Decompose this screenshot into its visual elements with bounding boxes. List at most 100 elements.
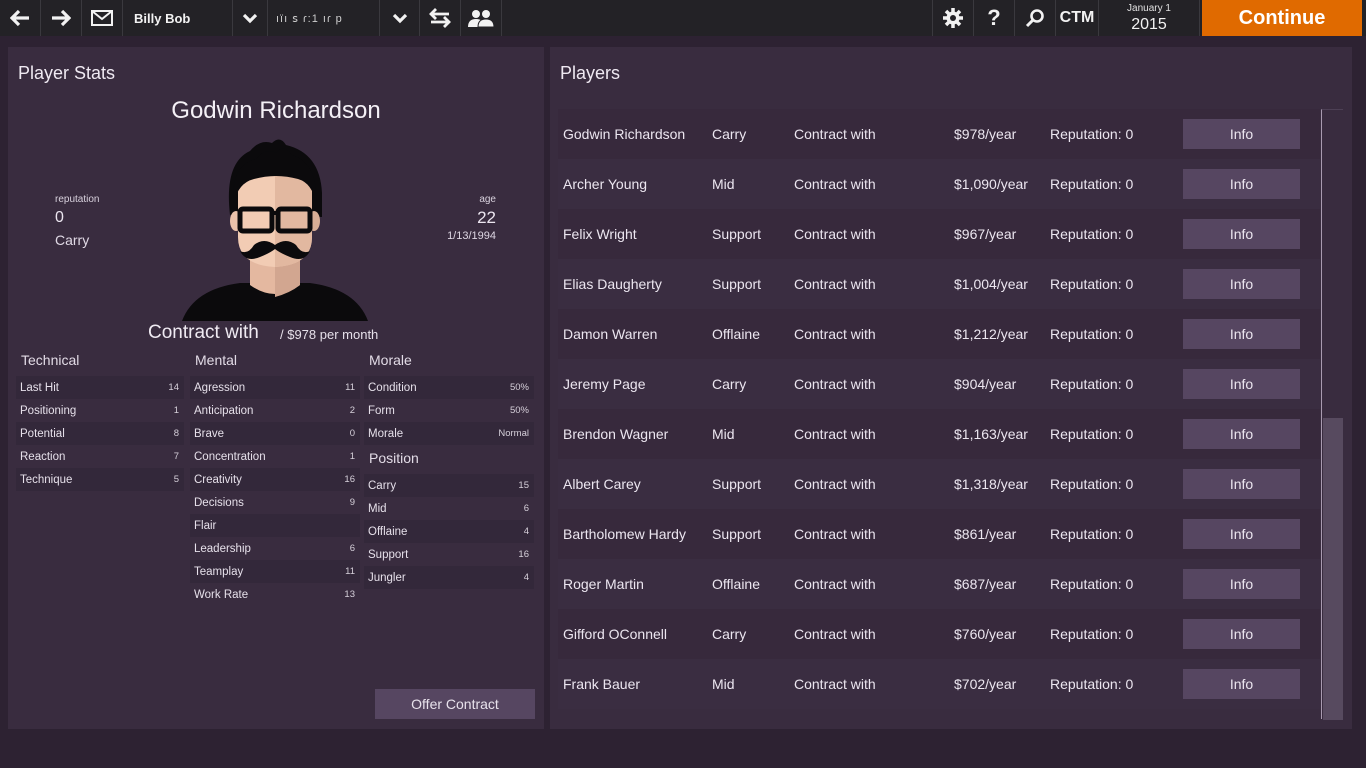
info-button[interactable]: Info bbox=[1183, 119, 1300, 149]
player-position-cell: Offlaine bbox=[712, 326, 760, 342]
player-row[interactable]: Jeremy Page Carry Contract with $904/year Re… bbox=[558, 359, 1320, 409]
player-row[interactable]: Archer Young Mid Contract with $1,090/year R… bbox=[558, 159, 1320, 209]
mail-button[interactable] bbox=[82, 0, 123, 36]
team-button[interactable] bbox=[461, 0, 502, 36]
age-value: 22 bbox=[477, 208, 496, 227]
info-button[interactable]: Info bbox=[1183, 619, 1300, 649]
player-row[interactable]: Godwin Richardson Carry Contract with $978/… bbox=[558, 109, 1320, 159]
player-name-cell: Archer Young bbox=[563, 176, 648, 192]
technical-heading: Technical bbox=[21, 352, 80, 368]
player-name-cell: Felix Wright bbox=[563, 226, 637, 242]
stat-value: 50% bbox=[509, 382, 529, 393]
stat-label: Potential bbox=[20, 427, 65, 440]
stat-row: Form 50% bbox=[364, 399, 534, 422]
player-row[interactable]: Elias Daugherty Support Contract with $1,00… bbox=[558, 259, 1320, 309]
stat-label: Work Rate bbox=[194, 588, 249, 601]
forward-button[interactable] bbox=[41, 0, 82, 36]
manager-dropdown-button[interactable] bbox=[233, 0, 268, 36]
stat-label: Form bbox=[368, 404, 395, 417]
info-button[interactable]: Info bbox=[1183, 219, 1300, 249]
player-contract-cell: Contract with bbox=[794, 276, 876, 292]
settings-button[interactable] bbox=[933, 0, 974, 36]
info-button[interactable]: Info bbox=[1183, 369, 1300, 399]
player-name-cell: Godwin Richardson bbox=[563, 126, 686, 142]
player-salary-cell: $1,004/year bbox=[954, 276, 1028, 292]
stat-row: Mid 6 bbox=[364, 497, 534, 520]
stat-row: Positioning 1 bbox=[16, 399, 184, 422]
search-button[interactable] bbox=[1015, 0, 1056, 36]
player-row[interactable]: Gifford OConnell Carry Contract with $760/y… bbox=[558, 609, 1320, 659]
player-row[interactable]: Roger Martin Offlaine Contract with $687/ye… bbox=[558, 559, 1320, 609]
player-salary-cell: $967/year bbox=[954, 226, 1017, 242]
player-position: Carry bbox=[55, 232, 90, 248]
gear-icon bbox=[943, 8, 963, 28]
scrollbar-thumb[interactable] bbox=[1323, 418, 1343, 720]
player-row[interactable]: Damon Warren Offlaine Contract with $1,212/… bbox=[558, 309, 1320, 359]
stat-label: Carry bbox=[368, 479, 397, 492]
stat-label: Creativity bbox=[194, 473, 242, 486]
player-name-cell: Elias Daugherty bbox=[563, 276, 662, 292]
player-reputation-cell: Reputation: 0 bbox=[1050, 426, 1134, 442]
player-salary-cell: $1,212/year bbox=[954, 326, 1028, 342]
info-button[interactable]: Info bbox=[1183, 669, 1300, 699]
player-contract-cell: Contract with bbox=[794, 426, 876, 442]
player-row[interactable]: Frank Bauer Mid Contract with $702/year Repu… bbox=[558, 659, 1320, 709]
stat-value: 5 bbox=[173, 474, 179, 485]
stat-value: 6 bbox=[523, 503, 529, 514]
offer-contract-button[interactable]: Offer Contract bbox=[375, 689, 535, 719]
topbar-tail bbox=[1362, 0, 1366, 36]
stat-label: Teamplay bbox=[194, 565, 244, 578]
player-row[interactable]: Bartholomew Hardy Support Contract with $86… bbox=[558, 509, 1320, 559]
stat-label: Condition bbox=[368, 381, 417, 394]
info-button[interactable]: Info bbox=[1183, 519, 1300, 549]
players-list: Godwin Richardson Carry Contract with $978/… bbox=[558, 109, 1320, 719]
player-stats-title: Player Stats bbox=[18, 63, 116, 83]
player-contract-cell: Contract with bbox=[794, 626, 876, 642]
stat-value: 1 bbox=[349, 451, 355, 462]
player-contract-cell: Contract with bbox=[794, 676, 876, 692]
stat-value: 15 bbox=[518, 480, 529, 491]
top-bar: Billy Bob ıïı ꜱ ɾ:1 ıɾ p ? CTM January 1… bbox=[0, 0, 1366, 36]
player-reputation-cell: Reputation: 0 bbox=[1050, 126, 1134, 142]
stat-row: Flair bbox=[190, 514, 360, 537]
manager-name-select[interactable]: Billy Bob bbox=[123, 0, 233, 36]
date-of-birth: 1/13/1994 bbox=[447, 230, 496, 242]
morale-stats: Morale Condition 50% Form 50% Morale Normal bbox=[364, 352, 534, 445]
player-row[interactable]: Albert Carey Support Contract with $1,318/y… bbox=[558, 459, 1320, 509]
info-button[interactable]: Info bbox=[1183, 169, 1300, 199]
info-button[interactable]: Info bbox=[1183, 419, 1300, 449]
info-button[interactable]: Info bbox=[1183, 569, 1300, 599]
swap-arrows-icon bbox=[429, 8, 451, 28]
players-scrollbar[interactable] bbox=[1321, 109, 1343, 720]
secondary-select[interactable]: ıïı ꜱ ɾ:1 ıɾ p bbox=[268, 0, 380, 36]
secondary-dropdown-button[interactable] bbox=[380, 0, 420, 36]
player-name-cell: Bartholomew Hardy bbox=[563, 526, 686, 542]
stat-row: Last Hit 14 bbox=[16, 376, 184, 399]
player-contract-cell: Contract with bbox=[794, 326, 876, 342]
transfer-button[interactable] bbox=[420, 0, 461, 36]
players-title: Players bbox=[560, 63, 621, 83]
help-button[interactable]: ? bbox=[974, 0, 1015, 36]
stat-value: 4 bbox=[523, 526, 529, 537]
mental-heading: Mental bbox=[195, 352, 238, 368]
date-display: January 1 2015 bbox=[1099, 0, 1200, 36]
back-button[interactable] bbox=[0, 0, 41, 36]
stat-value: 0 bbox=[349, 428, 355, 439]
stat-row: Teamplay 11 bbox=[190, 560, 360, 583]
info-button[interactable]: Info bbox=[1183, 319, 1300, 349]
info-button[interactable]: Info bbox=[1183, 469, 1300, 499]
continue-button[interactable]: Continue bbox=[1202, 0, 1362, 36]
player-position-cell: Support bbox=[712, 526, 762, 542]
player-row[interactable]: Felix Wright Support Contract with $967/yea… bbox=[558, 209, 1320, 259]
player-row[interactable]: Brendon Wagner Mid Contract with $1,163/yea… bbox=[558, 409, 1320, 459]
player-contract-cell: Contract with bbox=[794, 176, 876, 192]
player-position-cell: Mid bbox=[712, 676, 735, 692]
player-name-cell: Frank Bauer bbox=[563, 676, 641, 692]
info-button[interactable]: Info bbox=[1183, 269, 1300, 299]
age-label: age bbox=[479, 194, 496, 205]
player-stats-panel: Player Stats Godwin Richardson reputatio… bbox=[8, 47, 544, 729]
stat-row: Leadership 6 bbox=[190, 537, 360, 560]
ctm-button[interactable]: CTM bbox=[1056, 0, 1099, 36]
stat-value: Normal bbox=[498, 428, 529, 439]
stat-value: 16 bbox=[344, 474, 355, 485]
